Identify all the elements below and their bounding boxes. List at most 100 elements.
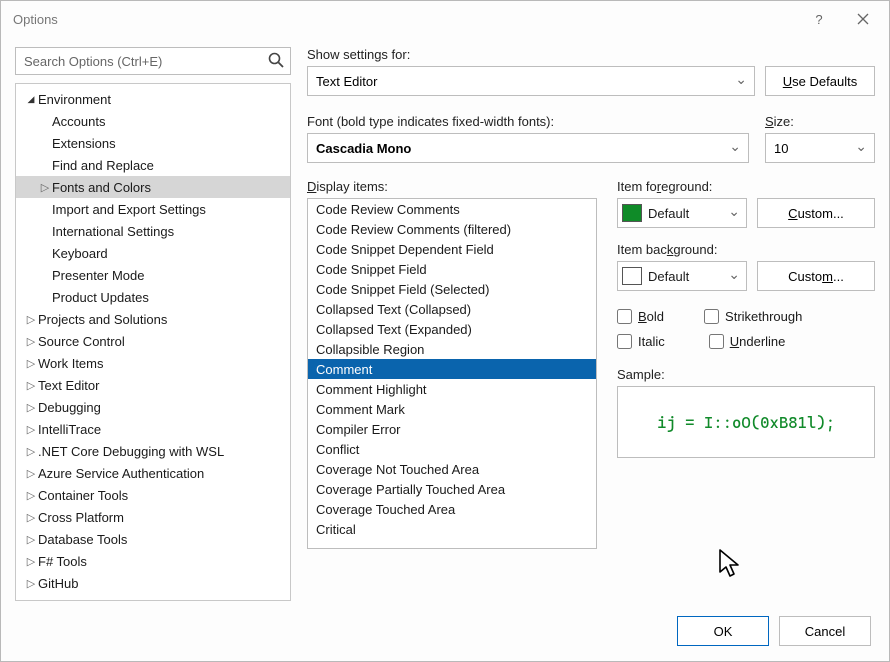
tree-item[interactable]: ▷Work Items	[16, 352, 290, 374]
list-item[interactable]: Collapsible Region	[308, 339, 596, 359]
tree-item-label: Import and Export Settings	[52, 202, 206, 217]
tree-item[interactable]: ◢Environment	[16, 88, 290, 110]
tree-item-label: Find and Replace	[52, 158, 154, 173]
bold-checkbox[interactable]: Bold	[617, 309, 664, 324]
display-items-list[interactable]: Code Review CommentsCode Review Comments…	[307, 198, 597, 549]
tree-item[interactable]: ▷Cross Platform	[16, 506, 290, 528]
size-label: Size:	[765, 114, 875, 129]
show-settings-combo[interactable]: Text Editor	[307, 66, 755, 96]
options-dialog: Options ? ◢Environment▷Accounts▷Extensio…	[0, 0, 890, 662]
tree-item-label: International Settings	[52, 224, 174, 239]
sample-label: Sample:	[617, 367, 875, 382]
category-tree[interactable]: ◢Environment▷Accounts▷Extensions▷Find an…	[15, 83, 291, 601]
tree-item[interactable]: ▷Presenter Mode	[16, 264, 290, 286]
ok-button[interactable]: OK	[677, 616, 769, 646]
tree-item[interactable]: ▷.NET Core Debugging with WSL	[16, 440, 290, 462]
list-item[interactable]: Coverage Partially Touched Area	[308, 479, 596, 499]
tree-item[interactable]: ▷Keyboard	[16, 242, 290, 264]
tree-item[interactable]: ▷Extensions	[16, 132, 290, 154]
tree-item[interactable]: ▷Projects and Solutions	[16, 308, 290, 330]
tree-item-label: IntelliTrace	[38, 422, 101, 437]
tree-item-label: Container Tools	[38, 488, 128, 503]
list-item[interactable]: Compiler Error	[308, 419, 596, 439]
tree-item-label: Fonts and Colors	[52, 180, 151, 195]
show-settings-label: Show settings for:	[307, 47, 875, 62]
tree-item-label: Database Tools	[38, 532, 127, 547]
tree-item[interactable]: ▷IntelliTrace	[16, 418, 290, 440]
list-item[interactable]: Comment	[308, 359, 596, 379]
tree-item[interactable]: ▷Find and Replace	[16, 154, 290, 176]
tree-item[interactable]: ▷Database Tools	[16, 528, 290, 550]
close-icon	[857, 13, 869, 25]
tree-item-label: Projects and Solutions	[38, 312, 167, 327]
list-item[interactable]: Code Snippet Field	[308, 259, 596, 279]
tree-item-label: Accounts	[52, 114, 105, 129]
list-item[interactable]: Conflict	[308, 439, 596, 459]
tree-item[interactable]: ▷International Settings	[16, 220, 290, 242]
strikethrough-checkbox[interactable]: Strikethrough	[704, 309, 802, 324]
tree-item-label: Debugging	[38, 400, 101, 415]
tree-item-label: Environment	[38, 92, 111, 107]
tree-item-label: Extensions	[52, 136, 116, 151]
font-label: Font (bold type indicates fixed-width fo…	[307, 114, 749, 129]
tree-item-label: .NET Core Debugging with WSL	[38, 444, 224, 459]
item-background-label: Item background:	[617, 242, 875, 257]
tree-item-label: Text Editor	[38, 378, 99, 393]
foreground-swatch	[622, 204, 642, 222]
sample-text: ij = I::oO(0xB81l);	[657, 413, 835, 432]
background-combo[interactable]: Default	[617, 261, 747, 291]
tree-item-label: Presenter Mode	[52, 268, 145, 283]
sample-preview: ij = I::oO(0xB81l);	[617, 386, 875, 458]
foreground-custom-button[interactable]: Custom...	[757, 198, 875, 228]
search-input[interactable]	[15, 47, 291, 75]
tree-item-label: GitHub	[38, 576, 78, 591]
list-item[interactable]: Coverage Not Touched Area	[308, 459, 596, 479]
cancel-button[interactable]: Cancel	[779, 616, 871, 646]
underline-checkbox[interactable]: Underline	[709, 334, 786, 349]
tree-item-label: Product Updates	[52, 290, 149, 305]
tree-item[interactable]: ▷Accounts	[16, 110, 290, 132]
item-foreground-label: Item foreground:	[617, 179, 875, 194]
dialog-footer: OK Cancel	[1, 601, 889, 661]
list-item[interactable]: Code Snippet Field (Selected)	[308, 279, 596, 299]
list-item[interactable]: Collapsed Text (Collapsed)	[308, 299, 596, 319]
titlebar: Options ?	[1, 1, 889, 37]
list-item[interactable]: Code Review Comments	[308, 199, 596, 219]
size-combo[interactable]: 10	[765, 133, 875, 163]
tree-item[interactable]: ▷Product Updates	[16, 286, 290, 308]
tree-item[interactable]: ▷F# Tools	[16, 550, 290, 572]
tree-item[interactable]: ▷GitHub	[16, 572, 290, 594]
list-item[interactable]: Code Review Comments (filtered)	[308, 219, 596, 239]
foreground-combo[interactable]: Default	[617, 198, 747, 228]
list-item[interactable]: Code Snippet Dependent Field	[308, 239, 596, 259]
tree-item-label: Source Control	[38, 334, 125, 349]
tree-item[interactable]: ▷Fonts and Colors	[16, 176, 290, 198]
tree-item[interactable]: ▷Azure Service Authentication	[16, 462, 290, 484]
background-custom-button[interactable]: Custom...	[757, 261, 875, 291]
list-item[interactable]: Coverage Touched Area	[308, 499, 596, 519]
tree-item[interactable]: ▷Source Control	[16, 330, 290, 352]
tree-item-label: Keyboard	[52, 246, 108, 261]
font-combo[interactable]: Cascadia Mono	[307, 133, 749, 163]
list-item[interactable]: Critical	[308, 519, 596, 539]
tree-item-label: Work Items	[38, 356, 104, 371]
foreground-value: Default	[648, 206, 689, 221]
tree-item[interactable]: ▷Import and Export Settings	[16, 198, 290, 220]
list-item[interactable]: Comment Highlight	[308, 379, 596, 399]
list-item[interactable]: Comment Mark	[308, 399, 596, 419]
tree-item-label: Azure Service Authentication	[38, 466, 204, 481]
tree-item[interactable]: ▷Text Editor	[16, 374, 290, 396]
window-title: Options	[13, 12, 58, 27]
list-item[interactable]: Collapsed Text (Expanded)	[308, 319, 596, 339]
tree-item-label: Cross Platform	[38, 510, 124, 525]
background-value: Default	[648, 269, 689, 284]
italic-checkbox[interactable]: Italic	[617, 334, 665, 349]
display-items-label: Display items:	[307, 179, 597, 194]
use-defaults-button[interactable]: Use Defaults	[765, 66, 875, 96]
tree-item[interactable]: ▷Container Tools	[16, 484, 290, 506]
tree-item[interactable]: ▷Debugging	[16, 396, 290, 418]
help-button[interactable]: ?	[797, 4, 841, 34]
tree-item-label: F# Tools	[38, 554, 87, 569]
close-button[interactable]	[841, 4, 885, 34]
search-icon	[267, 51, 285, 72]
